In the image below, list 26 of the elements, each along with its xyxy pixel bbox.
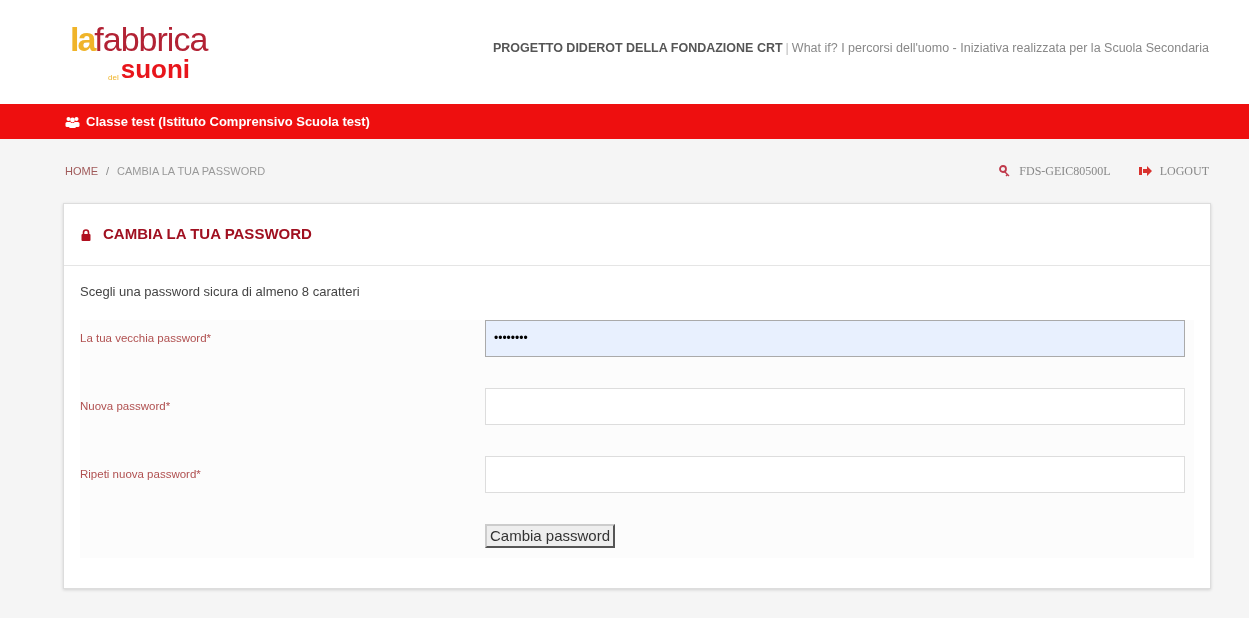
logo-text: fabbrica xyxy=(94,22,208,56)
submit-button[interactable]: Cambia password xyxy=(485,523,616,548)
password-field[interactable] xyxy=(485,387,1185,425)
logo-text: la xyxy=(70,22,95,56)
breadcrumb-link[interactable]: HOME xyxy=(65,162,98,180)
project-title: PROGETTO DIDEROT DELLA FONDAZIONE CRT xyxy=(493,40,783,55)
password-field[interactable]: •••••••• xyxy=(485,319,1185,357)
class-label: Classe test (Istituto Comprensivo Scuola test) xyxy=(86,112,370,131)
logo-text: suoni xyxy=(120,56,191,82)
logout-link[interactable]: LOGOUT xyxy=(1138,162,1209,180)
separator: | xyxy=(785,40,789,55)
user-link[interactable]: FDS-GEIC80500L xyxy=(999,162,1111,180)
key-icon xyxy=(999,165,1012,177)
breadcrumb-separator: / xyxy=(106,163,110,179)
password-field[interactable] xyxy=(485,455,1185,493)
field-label: La tua vecchia password* xyxy=(80,330,213,346)
field-label: Ripeti nuova password* xyxy=(80,466,202,482)
tagline: What if? I percorsi dell'uomo - Iniziativa realizzata per la Scuola Secondaria xyxy=(791,40,1209,55)
intro-text: Scegli una password sicura di almeno 8 caratteri xyxy=(80,283,361,301)
card-title: CAMBIA LA TUA PASSWORD xyxy=(103,224,312,245)
group-icon xyxy=(65,115,80,128)
lock-icon xyxy=(81,228,91,241)
logout-icon xyxy=(1138,166,1152,176)
field-label: Nuova password* xyxy=(80,398,172,414)
logo-text: del xyxy=(108,74,119,82)
breadcrumb-link[interactable]: CAMBIA LA TUA PASSWORD xyxy=(117,162,266,180)
